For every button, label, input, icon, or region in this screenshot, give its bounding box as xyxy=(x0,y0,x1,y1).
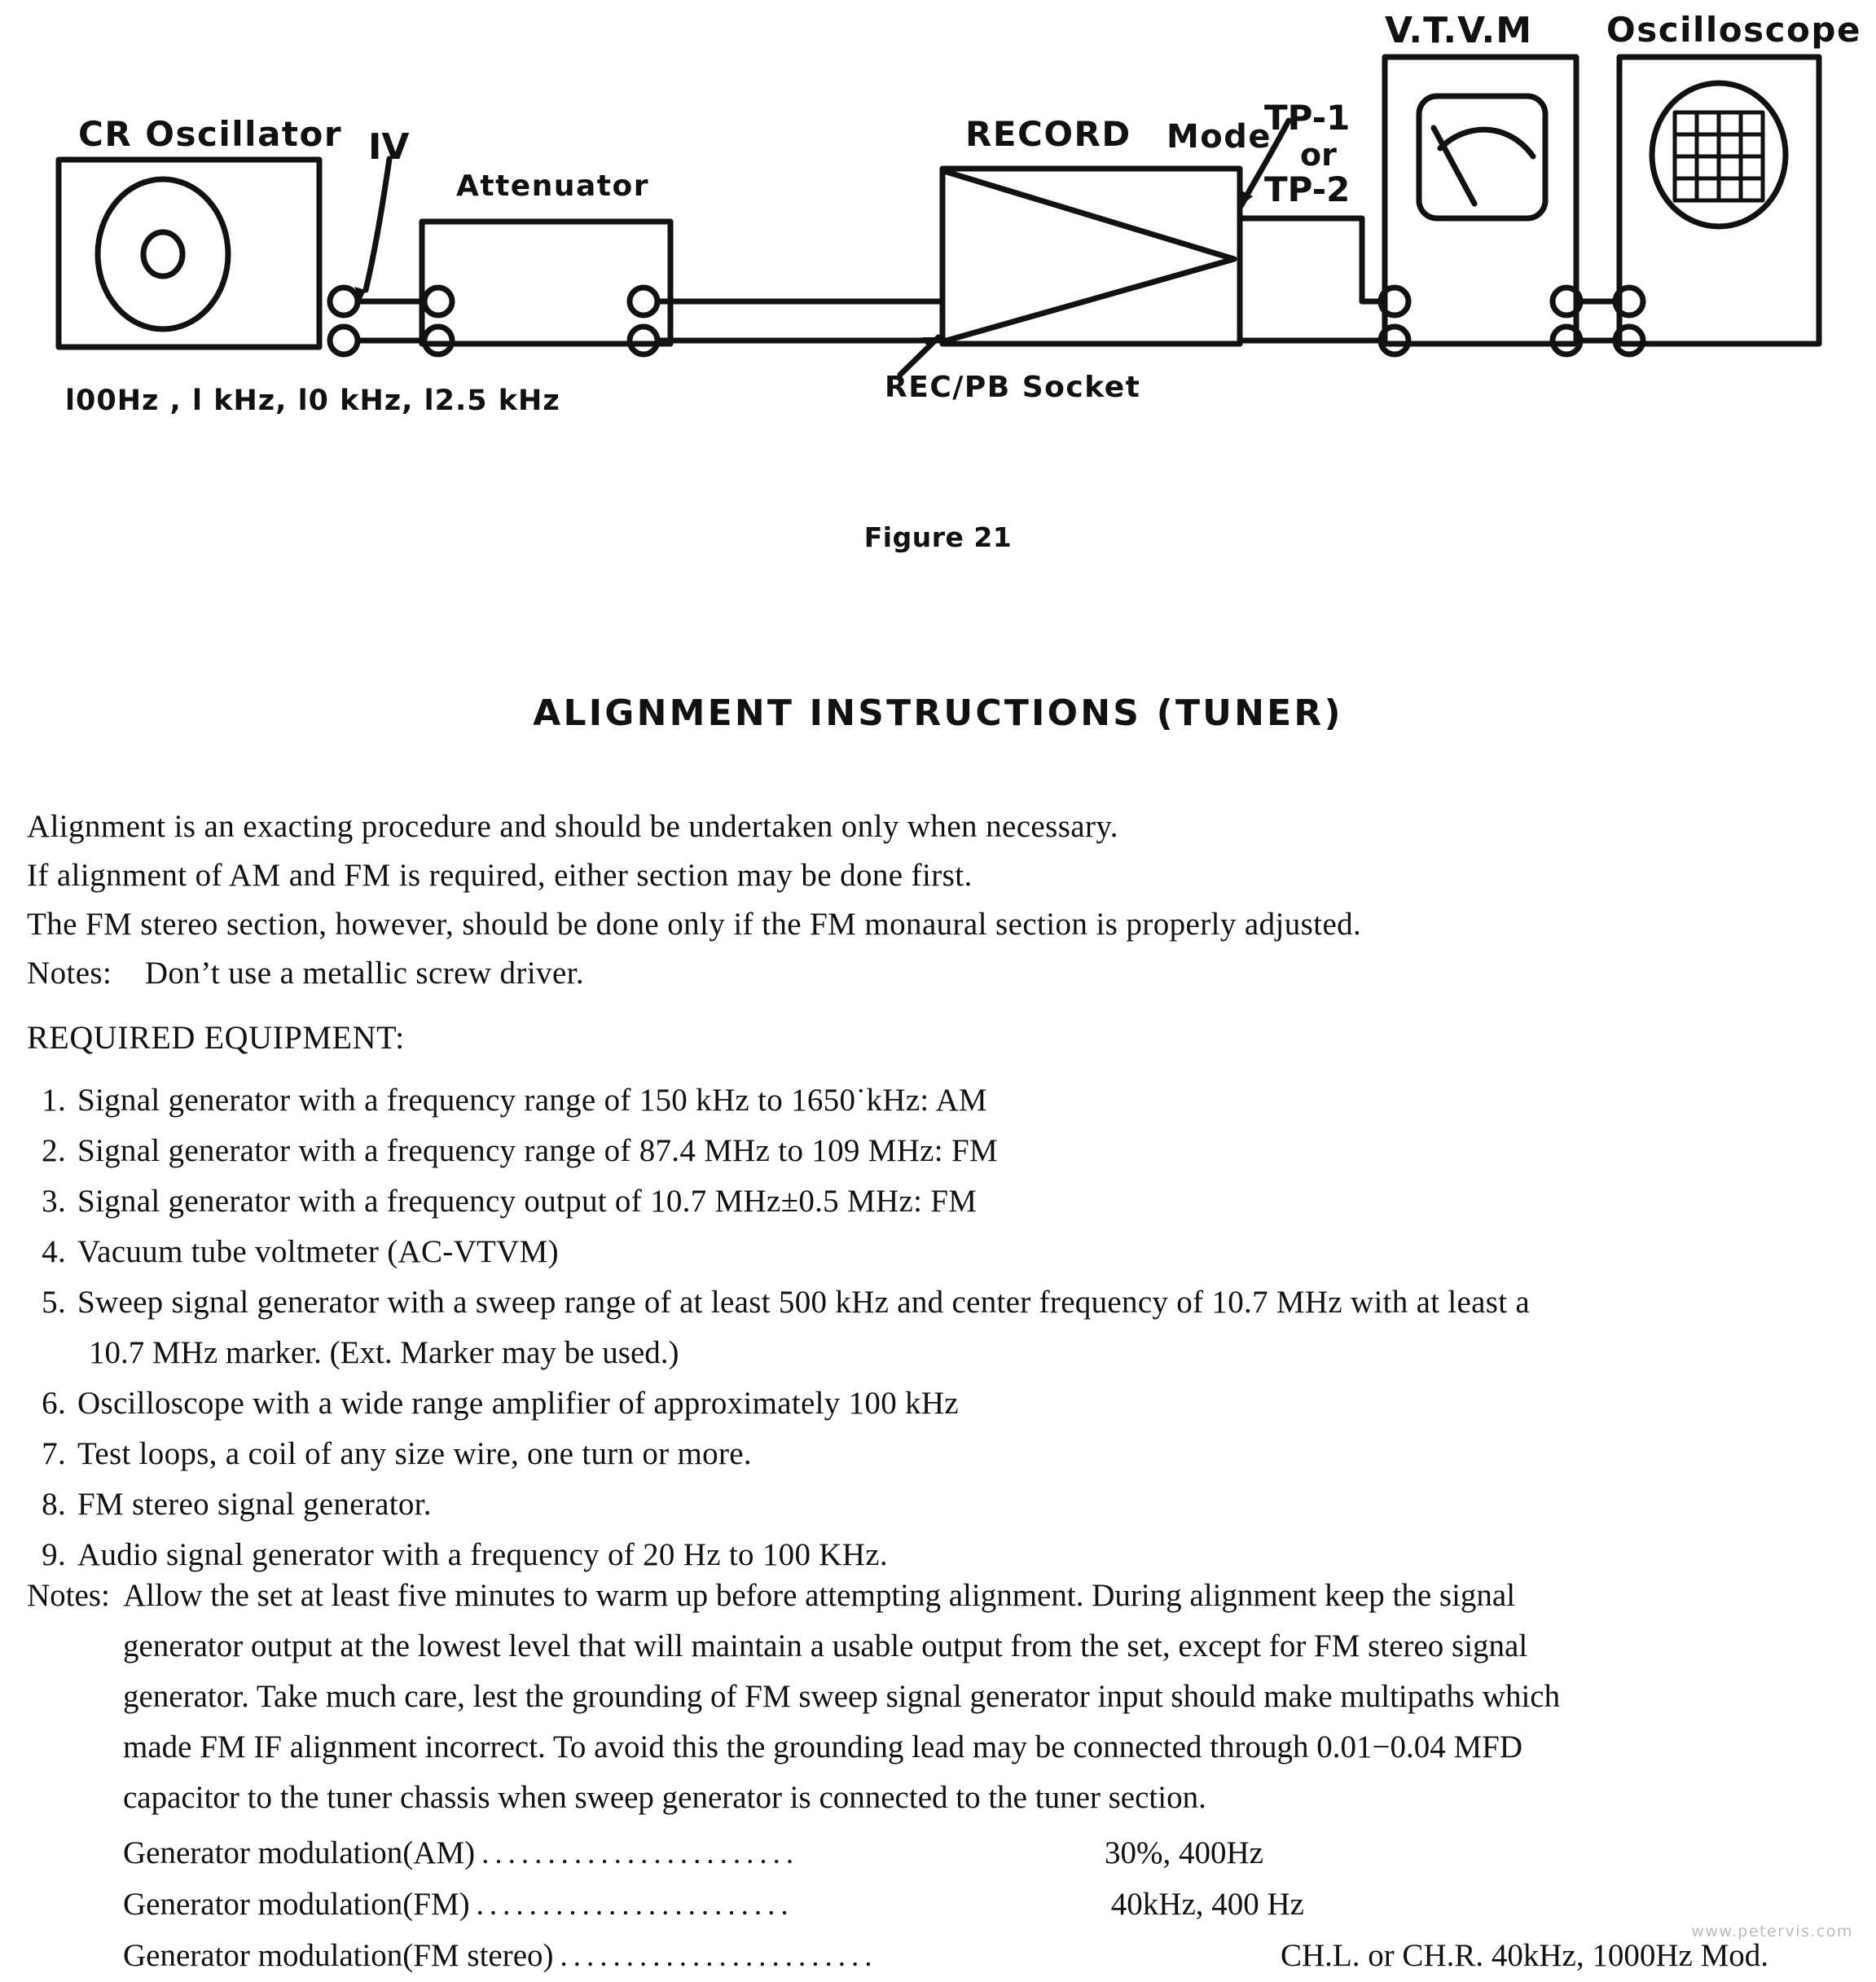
list-item: 4. Vacuum tube voltmeter (AC-VTVM) xyxy=(27,1227,1860,1277)
list-item: 5. Sweep signal generator with a sweep r… xyxy=(27,1277,1860,1328)
page-title: ALIGNMENT INSTRUCTIONS (TUNER) xyxy=(533,692,1343,734)
attenuator-input-terminal-bottom xyxy=(421,323,455,358)
list-item: 2. Signal generator with a frequency ran… xyxy=(27,1126,1860,1176)
tp2-label: TP-2 xyxy=(1264,169,1351,209)
list-item: 3. Signal generator with a frequency out… xyxy=(27,1176,1860,1227)
attenuator-input-terminal-top xyxy=(421,284,455,319)
list-item-text: Signal generator with a frequency range … xyxy=(77,1133,998,1168)
list-item-text: Test loops, a coil of any size wire, one… xyxy=(77,1436,752,1471)
intro-line: If alignment of AM and FM is required, e… xyxy=(27,858,973,893)
attenuator-output-terminal-top xyxy=(626,284,661,319)
list-item-number: 6. xyxy=(42,1386,66,1421)
list-item: 7. Test loops, a coil of any size wire, … xyxy=(27,1429,1860,1479)
mode-label: Mode xyxy=(1166,118,1272,156)
intro-notes-label: Notes: xyxy=(27,956,112,991)
equipment-connection-diagram: CR Oscillator IV Attenuator l00Hz , l kH… xyxy=(0,0,1876,456)
list-item-text: Signal generator with a frequency output… xyxy=(77,1184,978,1219)
list-item-text: FM stereo signal generator. xyxy=(77,1487,432,1522)
list-item-number: 5. xyxy=(42,1285,66,1320)
list-item-number: 3. xyxy=(42,1184,66,1219)
list-item-continuation: 10.7 MHz marker. (Ext. Marker may be use… xyxy=(89,1335,679,1370)
list-item-text: Signal generator with a frequency range … xyxy=(77,1083,987,1118)
final-notes-first-line: Notes: Allow the set at least five minut… xyxy=(27,1571,1864,1621)
list-item-text: Oscilloscope with a wide range amplifier… xyxy=(77,1386,959,1421)
dot-leader: ........................ xyxy=(481,1837,800,1870)
intro-line: Alignment is an exacting procedure and s… xyxy=(27,809,1118,844)
final-notes-line: made FM IF alignment incorrect. To avoid… xyxy=(123,1729,1522,1764)
record-label: RECORD xyxy=(965,114,1131,154)
final-notes-block: Notes: Allow the set at least five minut… xyxy=(27,1571,1864,1982)
final-notes-line: capacitor to the tuner chassis when swee… xyxy=(123,1780,1206,1815)
list-item-number: 4. xyxy=(42,1234,66,1269)
one-volt-label: IV xyxy=(368,126,410,168)
final-notes-label: Notes: xyxy=(27,1578,110,1613)
list-item-number: 8. xyxy=(42,1487,66,1522)
modulation-row: Generator modulation(AM) ...............… xyxy=(123,1828,1263,1879)
final-notes-line: generator. Take much care, lest the grou… xyxy=(123,1679,1561,1714)
list-item: 1. Signal generator with a frequency ran… xyxy=(27,1075,1860,1126)
vtvm-scale-arc xyxy=(1437,126,1536,160)
site-watermark: www.petervis.com xyxy=(1691,1923,1853,1940)
oscilloscope-label: Oscilloscope xyxy=(1606,10,1861,50)
rec-pb-socket-label: REC/PB Socket xyxy=(885,371,1141,404)
vtvm-label: V.T.V.M xyxy=(1385,10,1533,51)
modulation-name: Generator modulation(AM) xyxy=(123,1835,476,1870)
modulation-spec-list: Generator modulation(AM) ...............… xyxy=(27,1823,1864,1982)
final-notes-line: Allow the set at least five minutes to w… xyxy=(123,1578,1516,1613)
attenuator-output-terminal-bottom xyxy=(626,323,661,358)
list-item-number: 2. xyxy=(42,1133,66,1168)
modulation-name: Generator modulation(FM) xyxy=(123,1887,470,1922)
modulation-row: Generator modulation(FM) ...............… xyxy=(123,1879,1304,1931)
one-volt-leader-line xyxy=(362,156,393,293)
intro-line: The FM stereo section, however, should b… xyxy=(27,907,1362,942)
intro-notes-line: Notes: Don’t use a metallic screw driver… xyxy=(27,949,1843,998)
tp1-label: TP-1 xyxy=(1264,98,1351,138)
modulation-name: Generator modulation(FM stereo) xyxy=(123,1938,554,1973)
list-item: 6. Oscilloscope with a wide range amplif… xyxy=(27,1378,1860,1429)
cr-oscillator-dial-outer xyxy=(94,176,231,332)
intro-paragraph: Alignment is an exacting procedure and s… xyxy=(27,802,1843,998)
tp-or-label: or xyxy=(1300,137,1337,173)
cr-oscillator-dial-knob xyxy=(140,229,186,279)
attenuator-label: Attenuator xyxy=(456,169,649,203)
required-equipment-heading: REQUIRED EQUIPMENT: xyxy=(27,1019,405,1056)
intro-notes-text: Don’t use a metallic screw driver. xyxy=(144,956,585,991)
oscillator-frequencies-label: l00Hz , l kHz, l0 kHz, l2.5 kHz xyxy=(65,385,560,417)
oscilloscope-graticule xyxy=(1672,110,1765,203)
modulation-value: 40kHz, 400 Hz xyxy=(1110,1887,1304,1922)
required-equipment-list: 1. Signal generator with a frequency ran… xyxy=(27,1075,1860,1580)
attenuator-box xyxy=(419,218,674,347)
vtvm-meter-face xyxy=(1416,93,1549,222)
cr-oscillator-label: CR Oscillator xyxy=(78,114,343,154)
cr-oscillator-terminal-bottom xyxy=(327,323,361,358)
list-item-text: Sweep signal generator with a sweep rang… xyxy=(77,1285,1531,1320)
list-item-text: Vacuum tube voltmeter (AC-VTVM) xyxy=(77,1234,559,1269)
list-item: 8. FM stereo signal generator. xyxy=(27,1479,1860,1530)
cr-oscillator-terminal-top xyxy=(327,284,361,319)
dot-leader: ........................ xyxy=(560,1940,878,1973)
final-notes-line: generator output at the lowest level tha… xyxy=(123,1628,1528,1663)
list-item-number: 1. xyxy=(42,1083,66,1118)
record-mode-box xyxy=(939,165,1243,347)
amplifier-triangle-symbol xyxy=(943,169,1237,344)
wire-record-vtvm-top xyxy=(1237,215,1388,305)
modulation-value: 30%, 400Hz xyxy=(1105,1835,1263,1870)
dot-leader: ........................ xyxy=(476,1888,794,1922)
modulation-row: Generator modulation(FM stereo) ........… xyxy=(123,1931,1768,1982)
figure-caption: Figure 21 xyxy=(863,521,1013,553)
list-item-number: 7. xyxy=(42,1436,66,1471)
